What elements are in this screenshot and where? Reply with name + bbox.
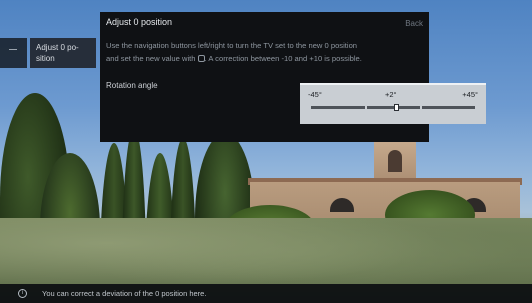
- panel-description: Use the navigation buttons left/right to…: [106, 39, 426, 65]
- rotation-angle-label: Rotation angle: [106, 81, 158, 90]
- info-icon: i: [18, 289, 27, 298]
- panel-header: Adjust 0 position Back: [100, 12, 429, 34]
- side-menu-previous[interactable]: [0, 38, 27, 68]
- side-menu: Adjust 0 po-sition: [0, 38, 96, 68]
- side-menu-item-adjust-0-position[interactable]: Adjust 0 po-sition: [30, 38, 96, 68]
- slider-current-label: +2°: [385, 90, 397, 99]
- description-line-2b: . A correction between -10 and +10 is po…: [204, 54, 362, 63]
- slider-track-divider: [420, 106, 422, 109]
- panel-title: Adjust 0 position: [106, 17, 173, 27]
- slider-max-label: +45°: [462, 90, 478, 99]
- bell-tower-arch: [388, 150, 402, 172]
- description-line-2a: and set the new value with: [106, 54, 196, 63]
- slider-track-divider: [365, 106, 367, 109]
- info-bar: i You can correct a deviation of the 0 p…: [0, 284, 532, 303]
- rotation-angle-slider[interactable]: -45° +2° +45°: [300, 83, 486, 124]
- side-menu-item-label: Adjust 0 po-sition: [36, 43, 79, 63]
- back-button[interactable]: Back: [405, 19, 423, 28]
- slider-min-label: -45°: [308, 90, 322, 99]
- ok-button-icon: [197, 55, 205, 62]
- info-text: You can correct a deviation of the 0 pos…: [42, 289, 207, 298]
- slider-handle[interactable]: [393, 104, 399, 111]
- adjust-position-panel: Adjust 0 position Back Use the navigatio…: [100, 12, 486, 142]
- description-line-1: Use the navigation buttons left/right to…: [106, 41, 358, 50]
- menu-line-icon: [9, 49, 17, 50]
